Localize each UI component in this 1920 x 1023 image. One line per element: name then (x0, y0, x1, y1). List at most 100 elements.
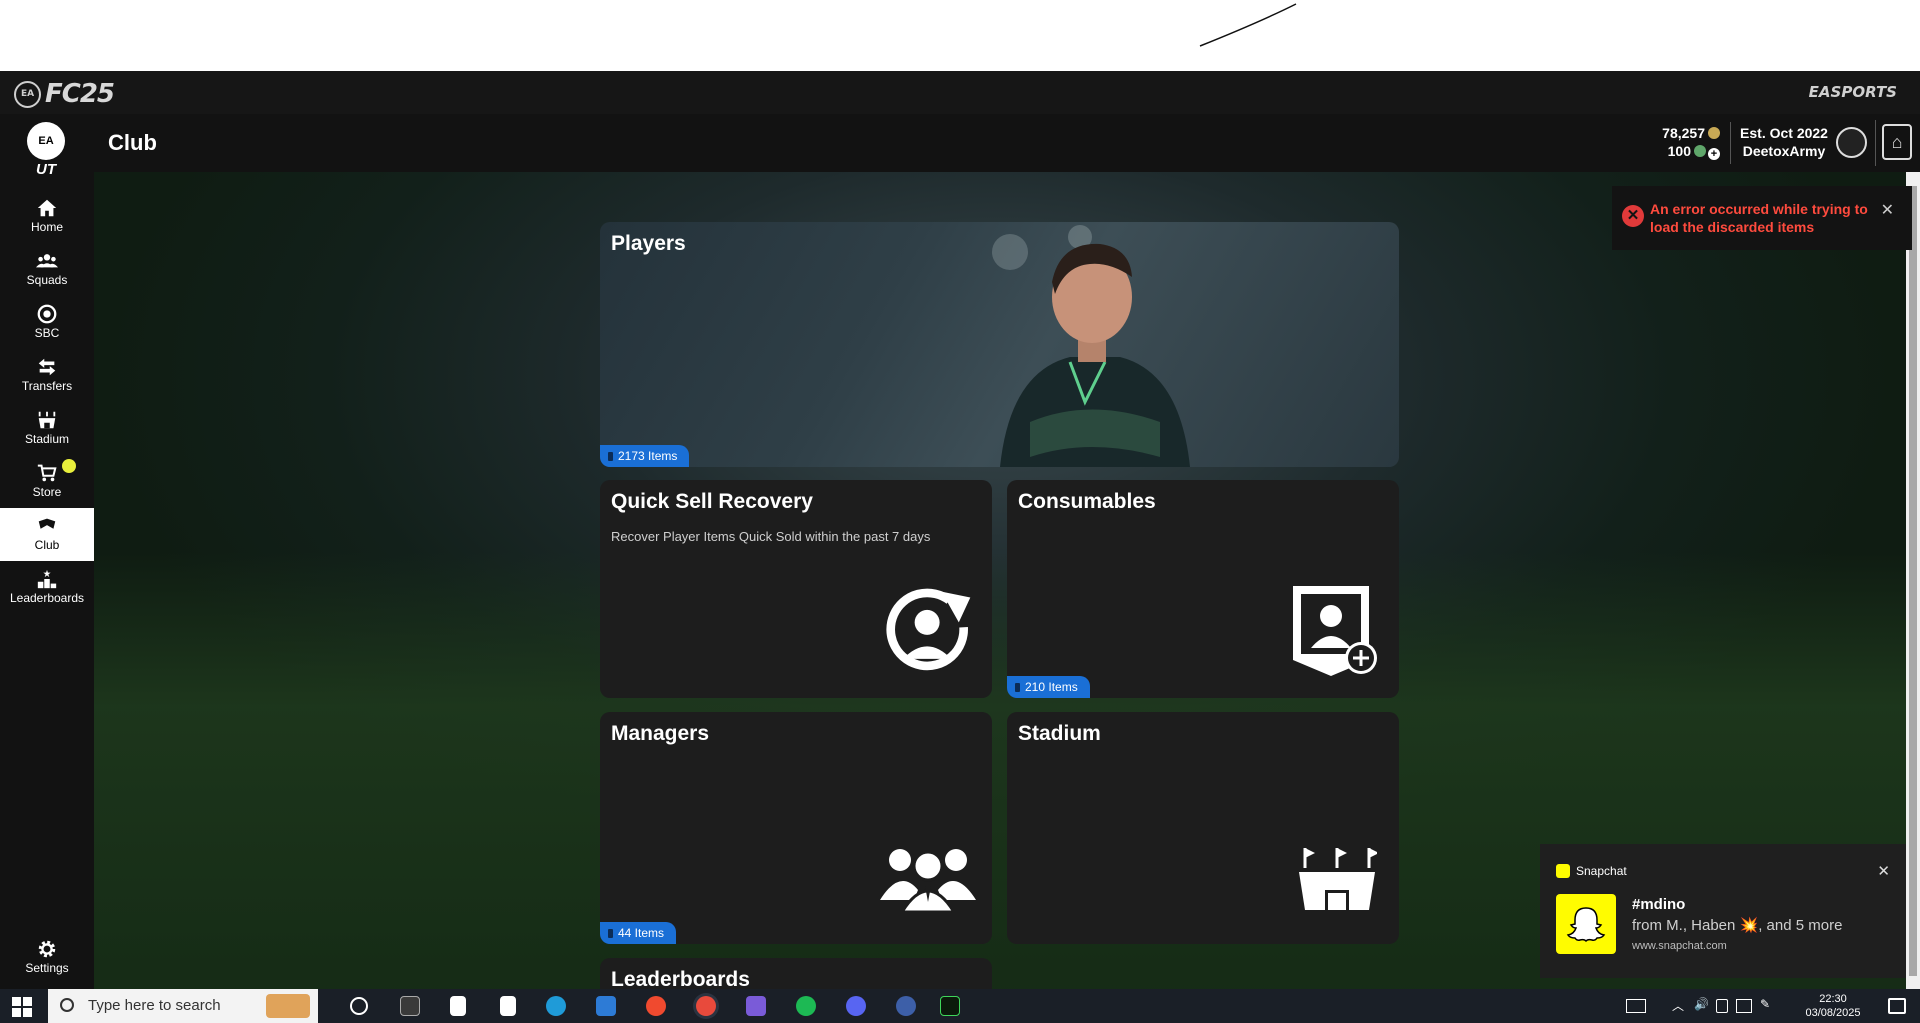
search-icon (60, 998, 74, 1012)
error-toast: ✕ An error occurred while trying to load… (1612, 186, 1912, 250)
ea-app-icon[interactable] (646, 996, 666, 1016)
scrollbar[interactable] (1906, 172, 1920, 989)
fc-app-icon[interactable] (940, 996, 960, 1016)
sidebar: EA UT Home Squads SBC Transfers Stadium … (0, 114, 94, 989)
file-icon[interactable] (500, 996, 516, 1016)
snapchat-notification[interactable]: Snapchat ✕ #mdino from M., Haben 💥, and … (1540, 844, 1906, 978)
club-icon (38, 518, 56, 529)
home-icon (37, 199, 57, 217)
sidebar-item-sbc[interactable]: SBC (0, 296, 94, 349)
scrollbar-thumb[interactable] (1909, 186, 1917, 976)
stadium-icon (38, 411, 56, 429)
leaderboards-title: Leaderboards (611, 968, 750, 989)
transfers-icon (38, 358, 56, 376)
search-placeholder: Type here to search (88, 997, 221, 1014)
top-brand-bar: EA FC25 EASPORTS (0, 71, 1920, 114)
add-points-icon[interactable]: + (1708, 148, 1720, 160)
quick-sell-recovery-tile[interactable]: Quick Sell Recovery Recover Player Items… (600, 480, 992, 698)
managers-count-badge: 44 Items (600, 922, 677, 944)
quick-sell-title: Quick Sell Recovery (611, 490, 813, 513)
store-notification-dot (62, 459, 76, 473)
sidebar-item-leaderboards[interactable]: Leaderboards (0, 561, 94, 614)
network-icon[interactable] (1736, 999, 1752, 1013)
sidebar-item-label: Transfers (21, 379, 73, 393)
epic-games-icon[interactable] (400, 996, 420, 1016)
discord-icon[interactable] (846, 996, 866, 1016)
currency-display: 78,257 100 + (1640, 124, 1720, 160)
action-center-icon[interactable] (1888, 998, 1906, 1014)
leaderboards-icon (37, 569, 57, 589)
managers-title: Managers (611, 722, 710, 745)
club-badge-icon[interactable] (1836, 127, 1867, 158)
page-header: Club 78,257 100 + Est. Oct 2022 DeetoxArm… (0, 114, 1920, 172)
players-title: Players (611, 232, 686, 255)
sidebar-item-stadium[interactable]: Stadium (0, 402, 94, 455)
settings-button[interactable]: Settings (0, 931, 94, 984)
pen-icon[interactable]: ✎ (1760, 997, 1774, 1011)
volume-icon[interactable]: 🔊 (1694, 997, 1709, 1011)
sidebar-item-home[interactable]: Home (0, 190, 94, 243)
players-count: 2173 Items (618, 449, 678, 463)
stadium-flags-icon (1299, 848, 1377, 910)
easports-logo: EASPORTS (1808, 83, 1897, 101)
club-info: Est. Oct 2022 DeetoxArmy (1738, 124, 1830, 160)
file-icon[interactable] (450, 996, 466, 1016)
taskbar-clock[interactable]: 22:30 03/08/2025 (1798, 992, 1868, 1020)
ea-logo-icon: EA (14, 80, 41, 108)
managers-tile[interactable]: Managers 44 Items (600, 712, 992, 944)
notification-app: Snapchat (1556, 864, 1627, 878)
managers-count: 44 Items (618, 926, 665, 940)
sidebar-item-label: Squads (26, 273, 68, 287)
fc25-logo: EA FC25 (14, 79, 115, 109)
spotify-icon[interactable] (796, 996, 816, 1016)
coin-icon (1708, 127, 1720, 139)
ea-sports-icon: EA (27, 122, 65, 160)
card-icon (608, 929, 613, 938)
recovery-icon (886, 588, 971, 671)
sidebar-item-club[interactable]: Club (0, 508, 94, 561)
notification-body: from M., Haben 💥, and 5 more (1632, 917, 1843, 934)
store-app-icon[interactable] (596, 996, 616, 1016)
card-icon (1015, 683, 1020, 692)
cortana-icon[interactable] (350, 997, 368, 1015)
players-tile[interactable]: Players 2173 Items (600, 222, 1399, 467)
close-icon[interactable]: ✕ (1877, 862, 1890, 880)
clock-time: 22:30 (1819, 993, 1847, 1005)
sidebar-item-label: Store (32, 485, 62, 499)
windows-taskbar: Type here to search ︿ 🔊 ✎ 22:30 03/08/20… (0, 989, 1920, 1023)
battery-icon[interactable] (1716, 999, 1728, 1013)
stadium-tile[interactable]: Stadium (1007, 712, 1399, 944)
taskbar-search-input[interactable]: Type here to search (48, 989, 318, 1023)
sbc-icon (37, 304, 57, 324)
players-count-badge: 2173 Items (600, 445, 690, 467)
points-value: 100 (1667, 143, 1691, 159)
keyboard-icon[interactable] (1626, 999, 1646, 1013)
sidebar-item-store[interactable]: Store (0, 455, 94, 508)
coins-value: 78,257 (1662, 125, 1705, 141)
edge-icon[interactable] (546, 996, 566, 1016)
ut-wordmark: UT (36, 161, 56, 178)
copilot-icon[interactable] (746, 996, 766, 1016)
chevron-up-icon[interactable]: ︿ (1672, 997, 1686, 1013)
sidebar-item-label: Leaderboards (9, 591, 85, 605)
chrome-icon[interactable] (696, 996, 716, 1016)
card-icon (608, 452, 613, 461)
snapchat-ghost-icon (1556, 894, 1616, 954)
sidebar-item-transfers[interactable]: Transfers (0, 349, 94, 402)
clock-date: 03/08/2025 (1805, 1007, 1861, 1019)
error-icon: ✕ (1622, 205, 1644, 227)
club-established: Est. Oct 2022 (1740, 125, 1828, 141)
settings-label: Settings (25, 961, 69, 975)
consumables-count-badge: 210 Items (1007, 676, 1090, 698)
sidebar-item-squads[interactable]: Squads (0, 243, 94, 296)
player-image (992, 225, 1190, 467)
windows-start-icon[interactable] (12, 997, 32, 1017)
managers-icon (880, 849, 976, 912)
leaderboards-tile[interactable]: Leaderboards (600, 958, 992, 989)
snapchat-small-icon (1556, 864, 1570, 878)
consumables-tile[interactable]: Consumables 210 Items (1007, 480, 1399, 698)
close-icon[interactable]: ✕ (1881, 200, 1894, 220)
ut-logo-icon[interactable]: ⌂ (1882, 124, 1912, 160)
headset-app-icon[interactable] (896, 996, 916, 1016)
header-divider (1730, 122, 1731, 164)
